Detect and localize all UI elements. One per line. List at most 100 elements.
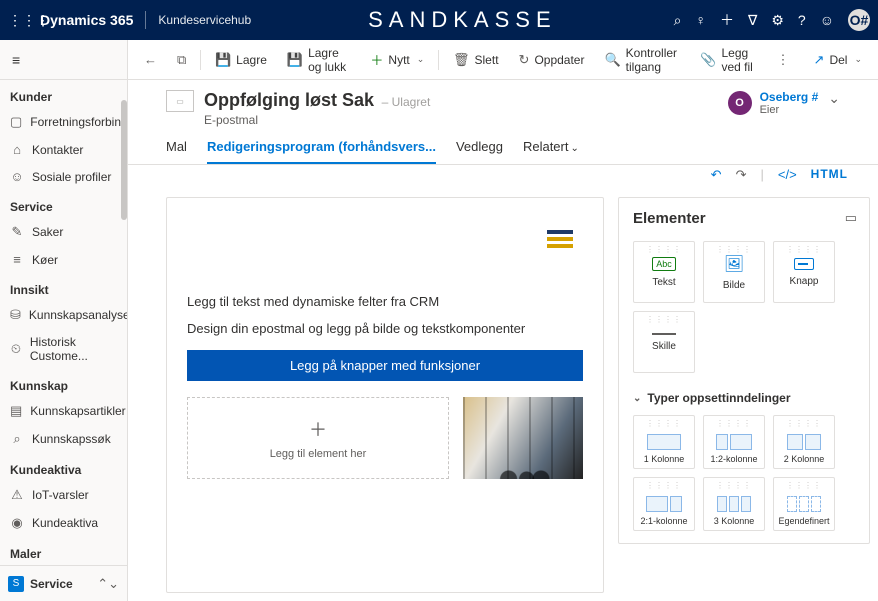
open-new-window-button[interactable]: ⧉ <box>169 48 194 72</box>
element-knapp[interactable]: ⋮⋮⋮⋮Knapp <box>773 241 835 303</box>
canvas-cta-button[interactable]: Legg på knapper med funksjoner <box>187 350 583 381</box>
delete-button[interactable]: 🗑Slett <box>445 48 507 72</box>
nav-item[interactable]: ⌂Kontakter <box>0 136 127 163</box>
refresh-button[interactable]: ↻Oppdater <box>511 48 593 72</box>
element-skille[interactable]: ⋮⋮⋮⋮Skille <box>633 311 695 373</box>
email-canvas[interactable]: Legg til tekst med dynamiske felter fra … <box>166 197 604 593</box>
area-switcher[interactable]: S Service ⌃⌄ <box>0 565 127 601</box>
header-chevron-icon[interactable]: ⌄ <box>828 90 840 107</box>
device-preview-icon[interactable]: ▭ <box>845 210 857 226</box>
record-thumbnail: ▭ <box>166 90 194 112</box>
tab-vedlegg[interactable]: Vedlegg <box>456 139 503 164</box>
check-access-button[interactable]: 🔍Kontroller tilgang <box>596 42 688 78</box>
nav-item[interactable]: ⏲Historisk Custome... <box>0 329 127 369</box>
nav-group-header: Service <box>0 190 127 218</box>
layout-1col[interactable]: ⋮⋮⋮⋮1 Kolonne <box>633 415 695 469</box>
app-launcher-icon[interactable]: ⋮⋮⋮ <box>8 12 32 29</box>
nav-item-icon: ≡ <box>10 252 24 267</box>
new-button[interactable]: ＋Nytt⌄ <box>362 46 432 73</box>
owner-name: Oseberg # <box>760 90 819 104</box>
hub-label[interactable]: Kundeservicehub <box>158 13 251 27</box>
element-knapp-label: Knapp <box>790 276 819 287</box>
elements-title: Elementer <box>633 210 855 227</box>
nav-item[interactable]: ◉Kundeaktiva <box>0 509 127 537</box>
nav-item-label: Forretningsforbin... <box>30 115 127 129</box>
nav-item[interactable]: ▢ Forretningsforbin... <box>0 108 127 136</box>
layout-2col[interactable]: ⋮⋮⋮⋮2 Kolonne <box>773 415 835 469</box>
nav-item-label: Saker <box>32 225 63 239</box>
layout-3col-label: 3 Kolonne <box>714 516 755 526</box>
layout-3col[interactable]: ⋮⋮⋮⋮3 Kolonne <box>703 477 765 531</box>
canvas-dropzone[interactable]: ＋ Legg til element her <box>187 397 449 479</box>
nav-item[interactable]: ⚠IoT-varsler <box>0 481 127 509</box>
nav-group-header: Kunder <box>0 80 127 108</box>
nav-item[interactable]: ⌕Kunnskapssøk <box>0 425 127 453</box>
save-button[interactable]: 💾Lagre <box>207 48 275 72</box>
nav-item[interactable]: ☺Sosiale profiler <box>0 163 127 190</box>
add-icon[interactable]: ＋ <box>720 10 734 30</box>
nav-group-header: Kunnskap <box>0 369 127 397</box>
attach-label: Legg ved fil <box>721 46 756 74</box>
feedback-icon[interactable]: ☺ <box>820 12 834 28</box>
nav-item[interactable]: ⛁Kunnskapsanalyse <box>0 301 127 329</box>
form-header: ▭ Oppfølging løst Sak – Ulagret E-postma… <box>128 80 878 127</box>
save-label: Lagre <box>236 53 267 67</box>
nav-item-label: Kunnskapssøk <box>32 432 111 446</box>
owner-lookup[interactable]: O Oseberg # Eier <box>728 90 819 116</box>
tab-editor[interactable]: Redigeringsprogram (forhåndsvers... <box>207 139 436 164</box>
layout-1-2col[interactable]: ⋮⋮⋮⋮1:2-kolonne <box>703 415 765 469</box>
nav-collapse-icon[interactable]: ≡ <box>0 40 127 80</box>
nav-group-header: Kundeaktiva <box>0 453 127 481</box>
refresh-label: Oppdater <box>534 53 584 67</box>
topbar-actions: ⌕ ♀ ＋ ∇ ⚙ ? ☺ O# <box>674 9 870 31</box>
layout-section-toggle[interactable]: ⌄Typer oppsettinndelinger <box>633 391 855 405</box>
redo-icon[interactable]: ↷ <box>736 167 747 183</box>
nav-item-label: Historisk Custome... <box>30 335 121 363</box>
html-toggle[interactable]: HTML <box>811 167 848 183</box>
divider <box>200 50 201 70</box>
nav-item[interactable]: ≡Køer <box>0 246 127 273</box>
bulb-icon[interactable]: ♀ <box>695 12 706 28</box>
canvas-image[interactable] <box>463 397 583 479</box>
nav-item-icon: ☺ <box>10 169 24 184</box>
nav-item-label: Kundeaktiva <box>32 516 98 530</box>
help-icon[interactable]: ? <box>798 12 806 28</box>
canvas-text-2[interactable]: Design din epostmal og legg på bilde og … <box>187 321 525 336</box>
area-chevron-icon[interactable]: ⌃⌄ <box>97 576 119 592</box>
layout-custom[interactable]: ⋮⋮⋮⋮Egendefinert <box>773 477 835 531</box>
form-tabs: Mal Redigeringsprogram (forhåndsvers... … <box>128 127 878 165</box>
divider <box>438 50 439 70</box>
nav-item-icon: ✎ <box>10 224 24 240</box>
filter-icon[interactable]: ∇ <box>748 12 757 29</box>
user-avatar[interactable]: O# <box>848 9 870 31</box>
element-tekst[interactable]: ⋮⋮⋮⋮AbcTekst <box>633 241 695 303</box>
element-bilde[interactable]: ⋮⋮⋮⋮🖼Bilde <box>703 241 765 303</box>
nav-item[interactable]: ✎ Saker <box>0 218 127 246</box>
save-close-button[interactable]: 💾Lagre og lukk <box>279 42 359 78</box>
search-icon[interactable]: ⌕ <box>674 12 682 29</box>
attach-button[interactable]: 📎Legg ved fil <box>692 42 764 78</box>
tab-relatert[interactable]: Relatert⌄ <box>523 139 579 164</box>
undo-icon[interactable]: ↶ <box>711 167 722 183</box>
brand-logo-icon <box>547 230 573 248</box>
nav-item[interactable]: ▤Kunnskapsartikler <box>0 397 127 425</box>
environment-label: SANDKASSE <box>251 7 673 33</box>
share-label: Del <box>829 53 847 67</box>
nav-item-icon: ⌂ <box>10 142 24 157</box>
tab-mal[interactable]: Mal <box>166 139 187 164</box>
elements-panel: ▭ Elementer ⋮⋮⋮⋮AbcTekst ⋮⋮⋮⋮🖼Bilde ⋮⋮⋮⋮… <box>618 197 870 544</box>
nav-item-icon: ⛁ <box>10 307 21 323</box>
area-badge: S <box>8 576 24 592</box>
canvas-text-1[interactable]: Legg til tekst med dynamiske felter fra … <box>187 294 439 309</box>
settings-icon[interactable]: ⚙ <box>771 12 784 29</box>
nav-item-label: IoT-varsler <box>32 488 89 502</box>
layout-title: Typer oppsettinndelinger <box>647 391 790 405</box>
nav-item-icon: ▢ <box>10 114 22 130</box>
code-icon[interactable]: </> <box>778 167 797 183</box>
nav-scrollbar[interactable] <box>121 100 127 220</box>
layout-2-1col[interactable]: ⋮⋮⋮⋮2:1-kolonne <box>633 477 695 531</box>
back-button[interactable]: ← <box>136 48 165 71</box>
share-button[interactable]: ↗Del⌄ <box>806 48 870 72</box>
layout-1-2col-label: 1:2-kolonne <box>710 454 757 464</box>
overflow-button[interactable]: ⋮ <box>769 48 798 72</box>
